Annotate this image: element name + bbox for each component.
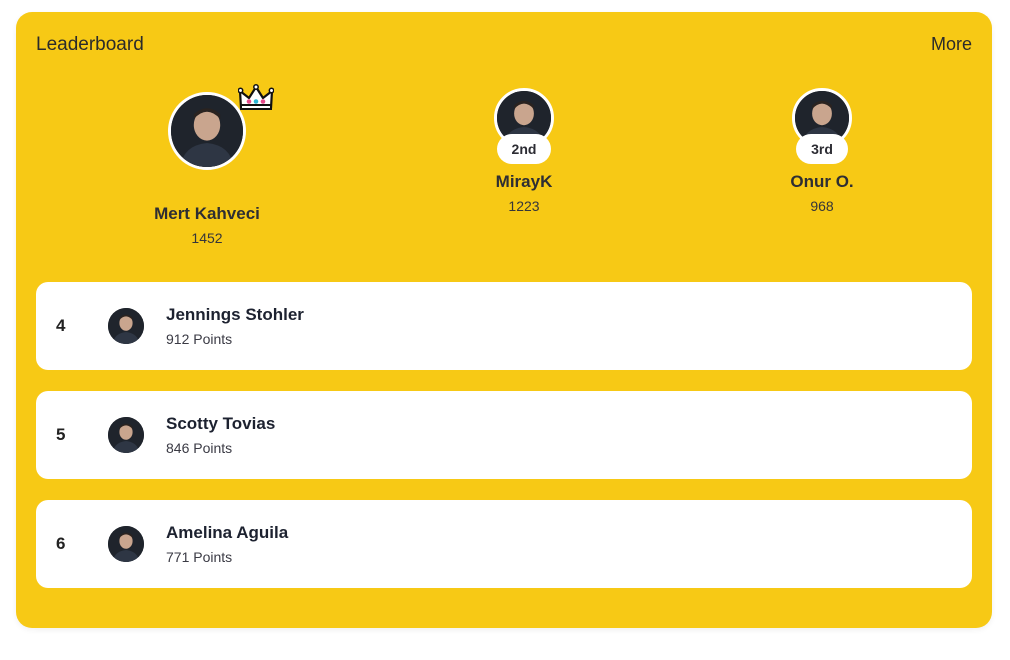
rank-badge: 2nd: [496, 134, 552, 164]
leaderboard-row[interactable]: 4 Jennings Stohler 912 Points: [36, 282, 972, 370]
podium-third[interactable]: 3rd Onur O. 968: [762, 88, 882, 214]
podium-score: 1223: [508, 198, 540, 214]
podium-name: MirayK: [495, 172, 553, 191]
podium-second[interactable]: 2nd MirayK 1223: [464, 88, 584, 214]
row-name: Amelina Aguila: [166, 523, 289, 542]
row-points: 912 Points: [166, 331, 233, 347]
row-name: Jennings Stohler: [166, 305, 304, 324]
avatar: [108, 526, 144, 562]
row-points: 771 Points: [166, 549, 233, 565]
avatar: [168, 92, 246, 170]
leaderboard-title: Leaderboard: [36, 34, 144, 55]
avatar: [108, 417, 144, 453]
podium-name: Onur O.: [790, 172, 854, 191]
rank-badge: 3rd: [796, 134, 848, 164]
more-link[interactable]: More: [931, 34, 972, 55]
podium-score: 968: [810, 198, 834, 214]
leaderboard-row[interactable]: 5 Scotty Tovias 846 Points: [36, 391, 972, 479]
leaderboard-row[interactable]: 6 Amelina Aguila 771 Points: [36, 500, 972, 588]
row-points: 846 Points: [166, 440, 233, 456]
leaderboard-card: Leaderboard More Mert Kahveci 1452 2nd M…: [16, 12, 992, 628]
podium-name: Mert Kahveci: [154, 204, 260, 223]
row-name: Scotty Tovias: [166, 414, 276, 433]
avatar: [108, 308, 144, 344]
row-rank: 6: [56, 534, 66, 553]
leaderboard-header: Leaderboard More: [36, 34, 972, 60]
row-rank: 5: [56, 425, 66, 444]
podium-first[interactable]: Mert Kahveci 1452: [147, 92, 267, 246]
row-rank: 4: [56, 316, 66, 335]
podium-score: 1452: [191, 230, 223, 246]
